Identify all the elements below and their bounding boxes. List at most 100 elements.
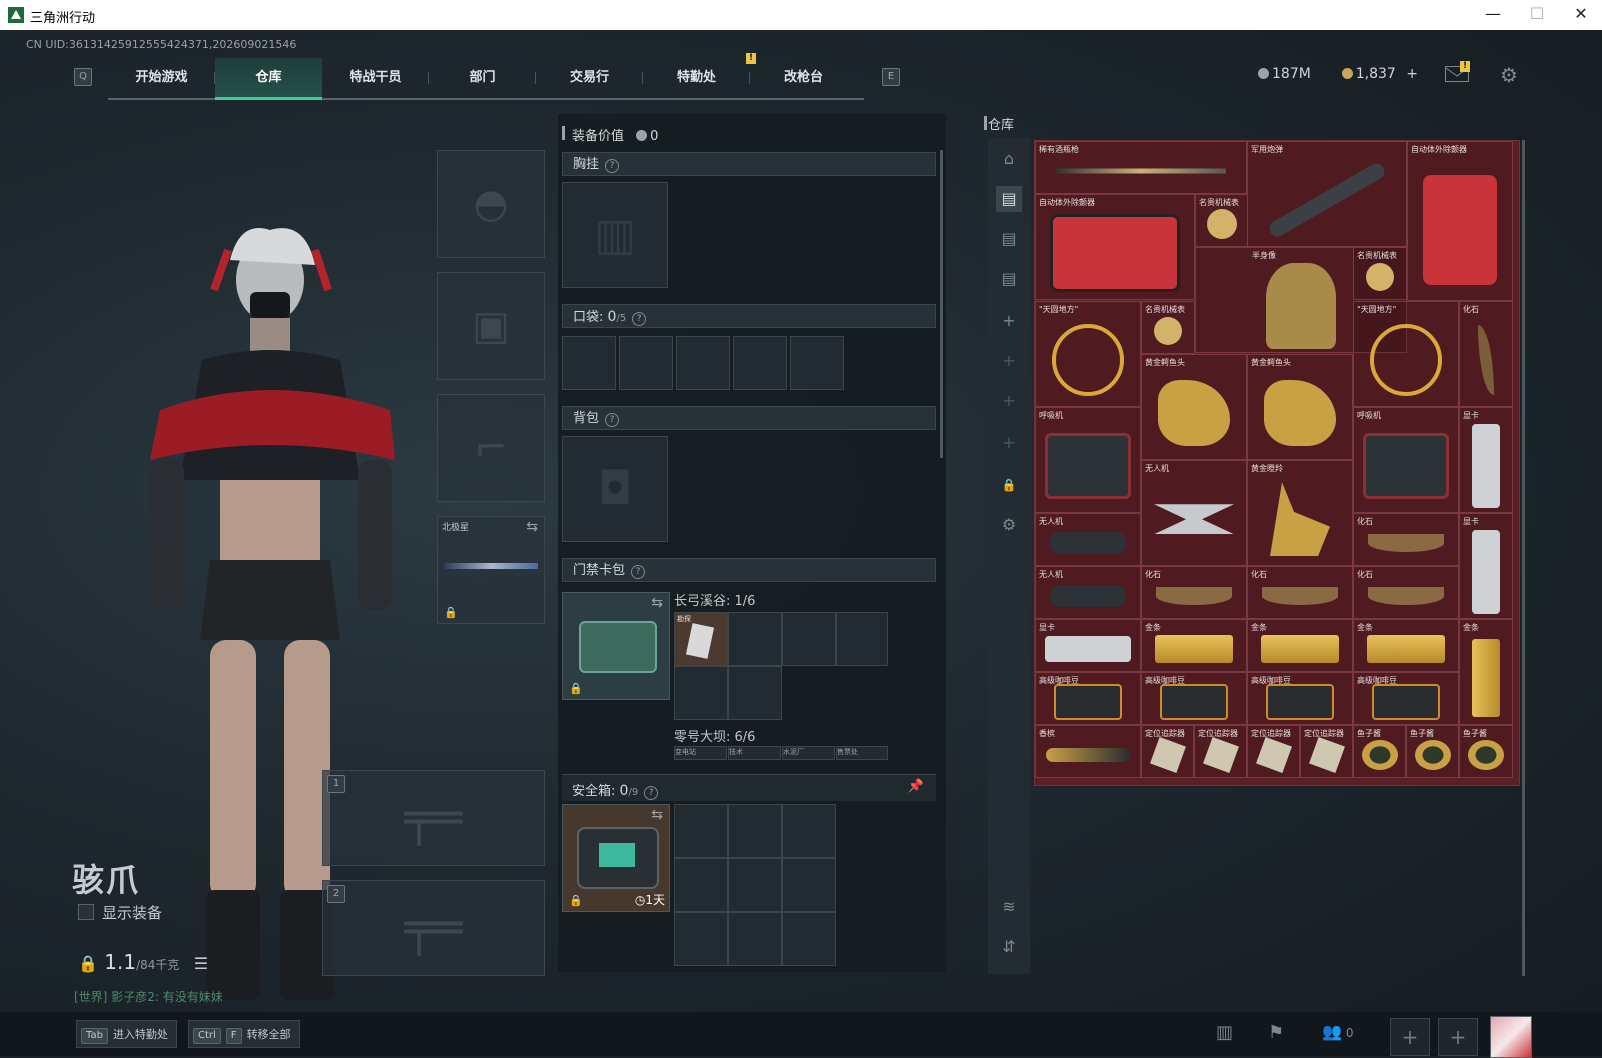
warehouse-page-1-icon[interactable]: ▤ xyxy=(996,186,1022,212)
warehouse-item[interactable]: 黄金瞪羚 xyxy=(1247,460,1353,566)
helmet-slot[interactable]: ◓ xyxy=(437,150,545,258)
transfer-all-button[interactable]: Ctrl F 转移全部 xyxy=(188,1020,300,1048)
tab-warehouse[interactable]: 仓库 xyxy=(215,58,322,100)
tab-special-ops[interactable]: 特勤处 xyxy=(643,58,750,98)
friends-icon[interactable]: 👥 0 xyxy=(1322,1022,1354,1041)
warehouse-item[interactable]: 化石 xyxy=(1141,566,1247,619)
minimize-button[interactable]: — xyxy=(1478,4,1508,23)
add-currency-button[interactable]: + xyxy=(1406,66,1418,82)
warehouse-item[interactable]: 显卡 xyxy=(1459,513,1513,619)
warehouse-item[interactable]: 高级咖啡豆 xyxy=(1247,672,1353,725)
warehouse-item[interactable]: 香槟 xyxy=(1035,725,1141,778)
warehouse-item[interactable]: 化石 xyxy=(1353,566,1459,619)
safe-slot[interactable] xyxy=(782,912,836,966)
key-slot[interactable] xyxy=(728,666,782,720)
help-icon[interactable]: ? xyxy=(605,159,620,173)
world-chat-line[interactable]: [世界] 影子彦2: 有没有妹妹 xyxy=(74,988,223,1005)
warehouse-home-icon[interactable]: ⌂ xyxy=(996,146,1022,172)
primary-weapon-slot-2[interactable]: 2 ╤═ xyxy=(322,880,545,976)
settings-gear-icon[interactable]: ⚙ xyxy=(996,512,1022,538)
chest-rig-slot[interactable]: ▥ xyxy=(562,182,668,288)
warehouse-item[interactable]: 自动体外除颤器 xyxy=(1407,141,1513,301)
close-button[interactable]: ✕ xyxy=(1566,4,1596,23)
warehouse-item[interactable]: 鱼子酱 xyxy=(1353,725,1406,778)
safe-slot[interactable] xyxy=(728,858,782,912)
pocket-slot[interactable] xyxy=(676,336,730,390)
nav-key-q[interactable]: Q xyxy=(74,68,92,86)
nav-key-e[interactable]: E xyxy=(882,68,900,86)
warehouse-item[interactable]: 金条 xyxy=(1141,619,1247,672)
warehouse-item[interactable]: 金条 xyxy=(1247,619,1353,672)
warehouse-item[interactable]: 高级咖啡豆 xyxy=(1035,672,1141,725)
warehouse-item[interactable]: 显卡 xyxy=(1035,619,1141,672)
pocket-slot[interactable] xyxy=(733,336,787,390)
melee-slot[interactable]: 北极星 ⇆ 🔒 xyxy=(437,516,545,624)
key-subtab[interactable]: 技术 xyxy=(728,746,781,760)
warehouse-page-3-icon[interactable]: ▤ xyxy=(996,266,1022,292)
warehouse-item[interactable]: 定位追踪器 xyxy=(1141,725,1194,778)
add-squad-slot-button[interactable]: + xyxy=(1438,1018,1478,1056)
pistol-slot[interactable]: ⌐ xyxy=(437,394,545,502)
sort-icon[interactable]: ⇵ xyxy=(996,934,1022,960)
warehouse-item[interactable]: 名贵机械表 xyxy=(1353,247,1407,300)
tab-gunsmith[interactable]: 改枪台 xyxy=(750,58,857,98)
warehouse-item[interactable]: 稀有酒瓶枪 xyxy=(1035,141,1247,194)
swap-icon[interactable]: ⇆ xyxy=(651,807,663,823)
key-subtab[interactable]: 售票处 xyxy=(836,746,888,760)
keycard-case-item[interactable]: ⇆ 🔒 xyxy=(562,592,670,700)
pocket-slot[interactable] xyxy=(562,336,616,390)
warehouse-item[interactable]: 金条 xyxy=(1353,619,1459,672)
warehouse-item[interactable]: 黄金鳄鱼头 xyxy=(1141,354,1247,460)
add-page-icon[interactable]: + xyxy=(996,430,1022,456)
warehouse-item[interactable]: 化石 xyxy=(1247,566,1353,619)
key-slot[interactable] xyxy=(728,612,782,666)
warehouse-item[interactable]: 无人机 xyxy=(1141,460,1247,566)
flag-icon[interactable]: ⚑ xyxy=(1268,1022,1284,1043)
tab-trade[interactable]: 交易行 xyxy=(536,58,643,98)
pocket-slot[interactable] xyxy=(619,336,673,390)
safe-slot[interactable] xyxy=(674,912,728,966)
weight-list-icon[interactable]: ☰ xyxy=(194,954,208,973)
warehouse-scrollbar[interactable] xyxy=(1522,140,1525,976)
safe-slot[interactable] xyxy=(728,912,782,966)
warehouse-item[interactable]: 定位追踪器 xyxy=(1300,725,1353,778)
warehouse-page-2-icon[interactable]: ▤ xyxy=(996,226,1022,252)
player-avatar[interactable] xyxy=(1490,1016,1532,1058)
safe-slot[interactable] xyxy=(674,804,728,858)
warehouse-item[interactable]: 名贵机械表 xyxy=(1195,194,1248,247)
armor-slot[interactable]: ▣ xyxy=(437,272,545,380)
stats-chart-icon[interactable]: ▥ xyxy=(1216,1022,1233,1043)
primary-weapon-slot-1[interactable]: 1 ╤═ xyxy=(322,770,545,866)
tab-start-game[interactable]: 开始游戏 xyxy=(108,58,215,98)
add-page-icon[interactable]: + xyxy=(996,388,1022,414)
pocket-slot[interactable] xyxy=(790,336,844,390)
warehouse-item[interactable]: 无人机 xyxy=(1035,566,1141,619)
warehouse-item[interactable]: 定位追踪器 xyxy=(1194,725,1247,778)
warehouse-item[interactable]: 化石 xyxy=(1353,513,1459,566)
key-subtab[interactable]: 变电站 xyxy=(674,746,727,760)
warehouse-item[interactable]: 自动体外除颤器 xyxy=(1035,194,1195,300)
warehouse-item[interactable]: 定位追踪器 xyxy=(1247,725,1300,778)
warehouse-item[interactable]: 呼吸机 xyxy=(1353,407,1459,513)
loadout-scrollbar[interactable] xyxy=(940,150,943,458)
tab-department[interactable]: 部门 xyxy=(429,58,536,98)
safe-box-item[interactable]: ⇆ 🔒 ◷1天 xyxy=(562,804,670,912)
warehouse-item[interactable]: 黄金鳄鱼头 xyxy=(1247,354,1353,460)
warehouse-item[interactable]: "天圆地方" xyxy=(1353,301,1459,407)
settings-gear-icon[interactable]: ⚙ xyxy=(1500,63,1518,87)
safe-slot[interactable] xyxy=(674,858,728,912)
help-icon[interactable]: ? xyxy=(605,413,620,427)
maximize-button[interactable]: ☐ xyxy=(1522,4,1552,23)
add-squad-slot-button[interactable]: + xyxy=(1390,1018,1430,1056)
warehouse-item[interactable]: 化石 xyxy=(1459,301,1513,407)
key-slot-filled[interactable]: 勘探 xyxy=(674,612,728,666)
key-slot[interactable] xyxy=(674,666,728,720)
safe-slot[interactable] xyxy=(728,804,782,858)
warehouse-item[interactable]: 鱼子酱 xyxy=(1406,725,1459,778)
safe-slot[interactable] xyxy=(782,858,836,912)
layers-icon[interactable]: ≋ xyxy=(996,894,1022,920)
help-icon[interactable]: ? xyxy=(644,786,659,800)
help-icon[interactable]: ? xyxy=(631,565,646,579)
backpack-slot[interactable]: ◘ xyxy=(562,436,668,542)
warehouse-item[interactable]: 显卡 xyxy=(1459,407,1513,513)
